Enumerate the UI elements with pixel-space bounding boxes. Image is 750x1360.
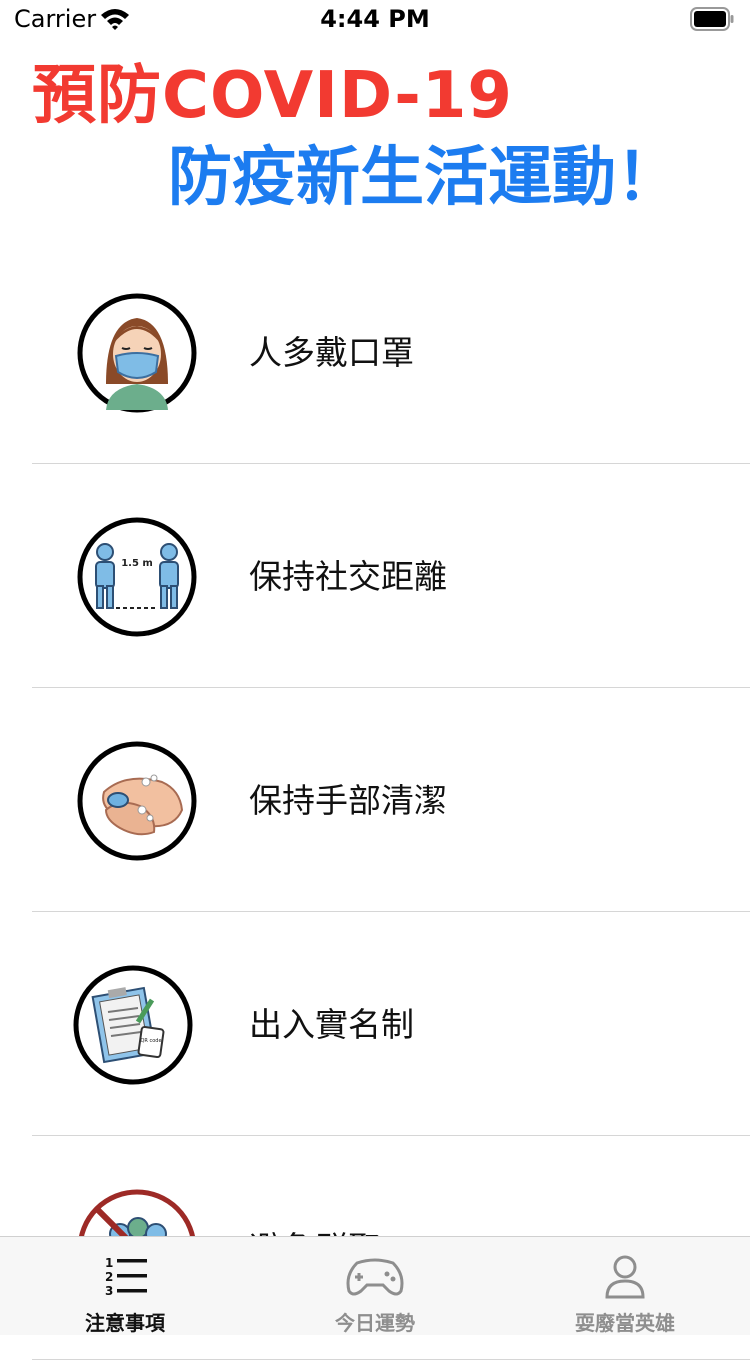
prevention-list: 人多戴口罩 1.5 m 保持社交距離 保持手部清潔 QR code 出入實名制 — [0, 240, 750, 1360]
hand-washing-icon — [77, 741, 197, 861]
face-mask-icon — [77, 293, 197, 413]
list-item-hand-washing[interactable]: 保持手部清潔 — [0, 688, 750, 912]
svg-text:3: 3 — [105, 1284, 113, 1298]
gamepad-icon — [346, 1258, 404, 1296]
list-item-label: 保持社交距離 — [249, 557, 447, 596]
battery-icon — [690, 7, 734, 31]
tab-notices[interactable]: 1 2 3 注意事項 — [0, 1237, 250, 1335]
list-item-registration[interactable]: QR code 出入實名制 — [0, 912, 750, 1136]
qr-text: QR code — [140, 1038, 161, 1044]
tab-label: 耍廢當英雄 — [575, 1311, 675, 1335]
distance-text: 1.5 m — [121, 558, 153, 569]
tab-bar: 1 2 3 注意事項 今日運勢 耍廢當英雄 — [0, 1236, 750, 1335]
title-line-1: 預防COVID-19 — [32, 59, 513, 133]
list-item-label: 人多戴口罩 — [249, 333, 414, 372]
list-item-social-distance[interactable]: 1.5 m 保持社交距離 — [0, 464, 750, 688]
status-bar: Carrier 4:44 PM — [0, 0, 750, 40]
tab-label: 今日運勢 — [335, 1311, 415, 1335]
svg-text:1: 1 — [105, 1256, 113, 1270]
clipboard-registration-icon: QR code — [73, 965, 193, 1085]
tab-hero[interactable]: 耍廢當英雄 — [500, 1237, 750, 1335]
svg-text:2: 2 — [105, 1270, 113, 1284]
list-item-label: 出入實名制 — [249, 1005, 414, 1044]
title-line-2: 防疫新生活運動！ — [168, 141, 680, 215]
person-icon — [605, 1255, 645, 1299]
numbered-list-icon: 1 2 3 — [105, 1256, 147, 1298]
tab-fortune[interactable]: 今日運勢 — [250, 1237, 500, 1335]
list-item-label: 保持手部清潔 — [249, 781, 447, 820]
status-time: 4:44 PM — [320, 5, 430, 33]
list-item-face-mask[interactable]: 人多戴口罩 — [0, 240, 750, 464]
tab-label: 注意事項 — [85, 1311, 165, 1335]
social-distance-icon: 1.5 m — [77, 517, 197, 637]
